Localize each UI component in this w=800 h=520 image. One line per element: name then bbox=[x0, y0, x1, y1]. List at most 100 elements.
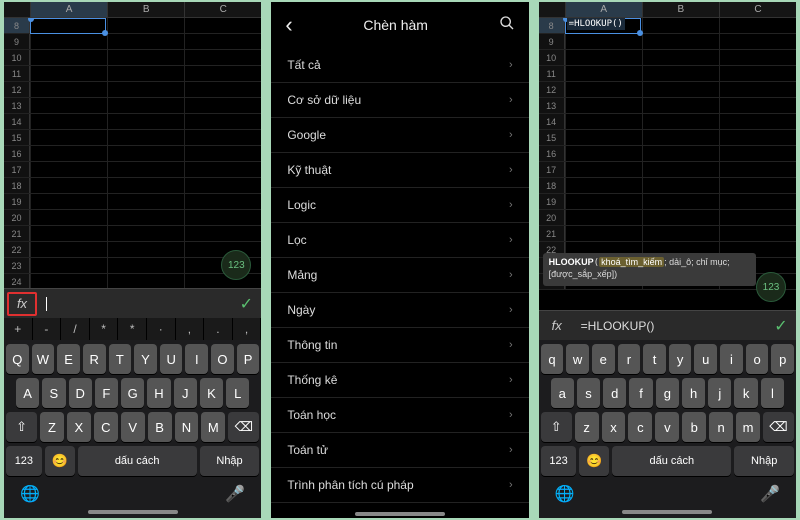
letter-key[interactable]: R bbox=[83, 344, 106, 374]
letter-key[interactable]: X bbox=[67, 412, 91, 442]
letter-key[interactable]: W bbox=[32, 344, 55, 374]
operator-key[interactable]: * bbox=[118, 318, 147, 340]
letter-key[interactable]: g bbox=[656, 378, 679, 408]
row-label[interactable]: 20 bbox=[4, 210, 30, 225]
operator-key[interactable]: * bbox=[90, 318, 119, 340]
numpad-toggle[interactable]: 123 bbox=[756, 272, 786, 302]
row-label[interactable]: 24 bbox=[4, 274, 30, 288]
fx-button[interactable]: fx bbox=[542, 314, 572, 338]
return-key[interactable]: Nhập bbox=[734, 446, 794, 476]
letter-key[interactable]: r bbox=[618, 344, 641, 374]
col-A[interactable]: A bbox=[30, 2, 107, 17]
row-label[interactable]: 21 bbox=[4, 226, 30, 241]
confirm-icon[interactable]: ✓ bbox=[766, 316, 796, 336]
fx-button[interactable]: fx bbox=[7, 292, 37, 316]
emoji-key[interactable]: 😊 bbox=[45, 446, 75, 476]
back-icon[interactable]: ‹ bbox=[285, 12, 292, 38]
letter-key[interactable]: O bbox=[211, 344, 234, 374]
letter-key[interactable]: n bbox=[709, 412, 733, 442]
shift-key[interactable]: ⇧ bbox=[6, 412, 37, 442]
row-label[interactable]: 9 bbox=[4, 34, 30, 49]
row-label[interactable]: 19 bbox=[4, 194, 30, 209]
row-label[interactable]: 14 bbox=[539, 114, 565, 129]
letter-key[interactable]: m bbox=[736, 412, 760, 442]
row-label[interactable]: 10 bbox=[4, 50, 30, 65]
category-item[interactable]: Ngày› bbox=[271, 293, 528, 328]
letter-key[interactable]: h bbox=[682, 378, 705, 408]
letter-key[interactable]: K bbox=[200, 378, 223, 408]
letter-key[interactable]: c bbox=[628, 412, 652, 442]
category-item[interactable]: Toán tử› bbox=[271, 433, 528, 468]
letter-key[interactable]: l bbox=[761, 378, 784, 408]
numbers-key[interactable]: 123 bbox=[6, 446, 42, 476]
return-key[interactable]: Nhập bbox=[200, 446, 260, 476]
operator-key[interactable]: · bbox=[147, 318, 176, 340]
letter-key[interactable]: Q bbox=[6, 344, 29, 374]
operator-key[interactable]: , bbox=[233, 318, 262, 340]
letter-key[interactable]: H bbox=[147, 378, 170, 408]
category-item[interactable]: Toán học› bbox=[271, 398, 528, 433]
row-label[interactable]: 13 bbox=[539, 98, 565, 113]
row-label[interactable]: 13 bbox=[4, 98, 30, 113]
row-label[interactable]: 18 bbox=[4, 178, 30, 193]
letter-key[interactable]: C bbox=[94, 412, 118, 442]
col-C[interactable]: C bbox=[184, 2, 261, 17]
operator-key[interactable]: + bbox=[4, 318, 33, 340]
category-item[interactable]: Tài chính› bbox=[271, 503, 528, 508]
row-label[interactable]: 22 bbox=[4, 242, 30, 257]
globe-icon[interactable]: 🌐 bbox=[20, 484, 40, 504]
row-label[interactable]: 12 bbox=[4, 82, 30, 97]
col-A[interactable]: A bbox=[565, 2, 642, 17]
letter-key[interactable]: M bbox=[201, 412, 225, 442]
backspace-key[interactable]: ⌫ bbox=[228, 412, 259, 442]
letter-key[interactable]: q bbox=[541, 344, 564, 374]
letter-key[interactable]: x bbox=[602, 412, 626, 442]
operator-key[interactable]: - bbox=[33, 318, 62, 340]
spreadsheet-grid[interactable]: 89101112131415161718192021222324 =HLOOKU… bbox=[539, 18, 796, 310]
row-label[interactable]: 8 bbox=[539, 18, 565, 33]
category-item[interactable]: Kỹ thuật› bbox=[271, 153, 528, 188]
row-label[interactable]: 20 bbox=[539, 210, 565, 225]
space-key[interactable]: dấu cách bbox=[78, 446, 197, 476]
operator-key[interactable]: . bbox=[204, 318, 233, 340]
row-label[interactable]: 10 bbox=[539, 50, 565, 65]
letter-key[interactable]: V bbox=[121, 412, 145, 442]
category-item[interactable]: Thống kê› bbox=[271, 363, 528, 398]
col-B[interactable]: B bbox=[107, 2, 184, 17]
col-B[interactable]: B bbox=[642, 2, 719, 17]
space-key[interactable]: dấu cách bbox=[612, 446, 731, 476]
shift-key[interactable]: ⇧ bbox=[541, 412, 572, 442]
letter-key[interactable]: I bbox=[185, 344, 208, 374]
formula-input[interactable]: =HLOOKUP() bbox=[575, 319, 766, 333]
globe-icon[interactable]: 🌐 bbox=[555, 484, 575, 504]
row-label[interactable]: 11 bbox=[539, 66, 565, 81]
letter-key[interactable]: Z bbox=[40, 412, 64, 442]
row-label[interactable]: 18 bbox=[539, 178, 565, 193]
letter-key[interactable]: o bbox=[746, 344, 769, 374]
letter-key[interactable]: F bbox=[95, 378, 118, 408]
row-label[interactable]: 16 bbox=[539, 146, 565, 161]
row-label[interactable]: 8 bbox=[4, 18, 30, 33]
numbers-key[interactable]: 123 bbox=[541, 446, 577, 476]
row-label[interactable]: 17 bbox=[4, 162, 30, 177]
letter-key[interactable]: k bbox=[734, 378, 757, 408]
row-label[interactable]: 16 bbox=[4, 146, 30, 161]
letter-key[interactable]: P bbox=[237, 344, 260, 374]
letter-key[interactable]: T bbox=[109, 344, 132, 374]
row-label[interactable]: 17 bbox=[539, 162, 565, 177]
col-C[interactable]: C bbox=[719, 2, 796, 17]
letter-key[interactable]: A bbox=[16, 378, 39, 408]
letter-key[interactable]: b bbox=[682, 412, 706, 442]
backspace-key[interactable]: ⌫ bbox=[763, 412, 794, 442]
row-label[interactable]: 9 bbox=[539, 34, 565, 49]
letter-key[interactable]: d bbox=[603, 378, 626, 408]
letter-key[interactable]: e bbox=[592, 344, 615, 374]
letter-key[interactable]: S bbox=[42, 378, 65, 408]
letter-key[interactable]: L bbox=[226, 378, 249, 408]
formula-input[interactable] bbox=[40, 296, 231, 311]
letter-key[interactable]: J bbox=[174, 378, 197, 408]
category-item[interactable]: Tất cả› bbox=[271, 48, 528, 83]
letter-key[interactable]: j bbox=[708, 378, 731, 408]
row-label[interactable]: 11 bbox=[4, 66, 30, 81]
spreadsheet-grid[interactable]: 89101112131415161718192021222324 123 bbox=[4, 18, 261, 288]
